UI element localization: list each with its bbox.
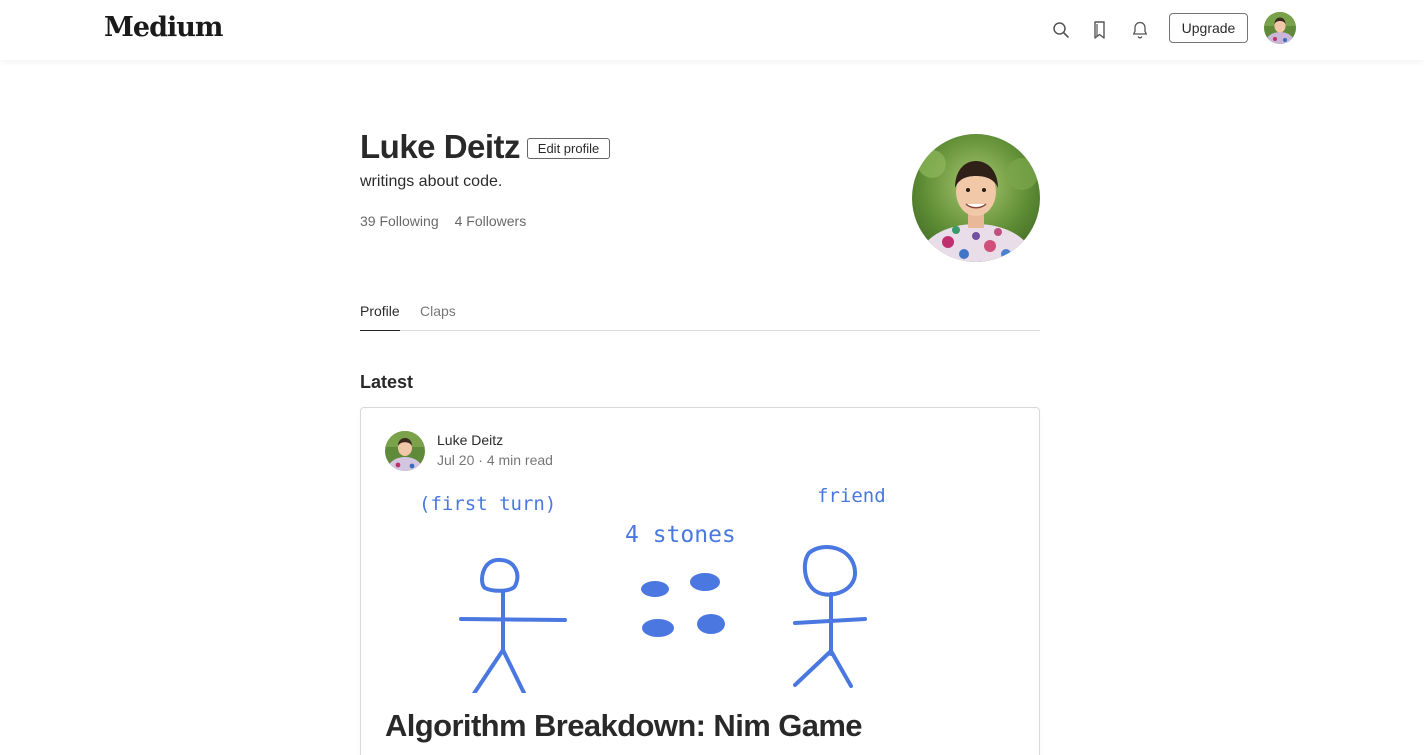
profile-avatar	[912, 134, 1040, 262]
top-nav-bar: Medium Upgrade	[0, 0, 1424, 60]
upgrade-button[interactable]: Upgrade	[1169, 13, 1248, 43]
post-card[interactable]: Luke Deitz Jul 20 · 4 min read (first tu…	[360, 407, 1040, 755]
following-link[interactable]: 39 Following	[360, 213, 439, 229]
meta-separator: ·	[478, 452, 483, 468]
followers-link[interactable]: 4 Followers	[455, 213, 527, 229]
post-author-avatar[interactable]	[385, 431, 425, 471]
tab-claps[interactable]: Claps	[420, 303, 456, 331]
medium-logo[interactable]: Medium	[104, 12, 223, 43]
user-avatar[interactable]	[1264, 12, 1296, 44]
section-title-latest: Latest	[360, 372, 414, 392]
illustration-left-caption: (first turn)	[419, 493, 556, 515]
post-title[interactable]: Algorithm Breakdown: Nim Game	[385, 708, 863, 744]
profile-bio: writings about code.	[360, 173, 503, 190]
illustration-center-caption: 4 stones	[625, 522, 736, 548]
post-meta: Jul 20 · 4 min read	[437, 452, 553, 468]
bell-icon[interactable]	[1126, 16, 1154, 44]
edit-profile-button[interactable]: Edit profile	[527, 138, 610, 159]
profile-stats: 39 Following 4 Followers	[360, 213, 526, 229]
post-cover-illustration[interactable]: (first turn) 4 stones friend	[385, 488, 1017, 693]
bookmark-icon[interactable]	[1086, 16, 1114, 44]
illustration-right-caption: friend	[817, 488, 886, 507]
profile-name: Luke Deitz	[360, 128, 521, 165]
post-date: Jul 20	[437, 452, 475, 468]
tab-profile[interactable]: Profile	[360, 303, 400, 331]
post-author-name[interactable]: Luke Deitz	[437, 432, 503, 448]
post-read-time: 4 min read	[486, 452, 553, 468]
profile-tabs: Profile Claps	[360, 300, 1040, 331]
search-icon[interactable]	[1047, 16, 1075, 44]
